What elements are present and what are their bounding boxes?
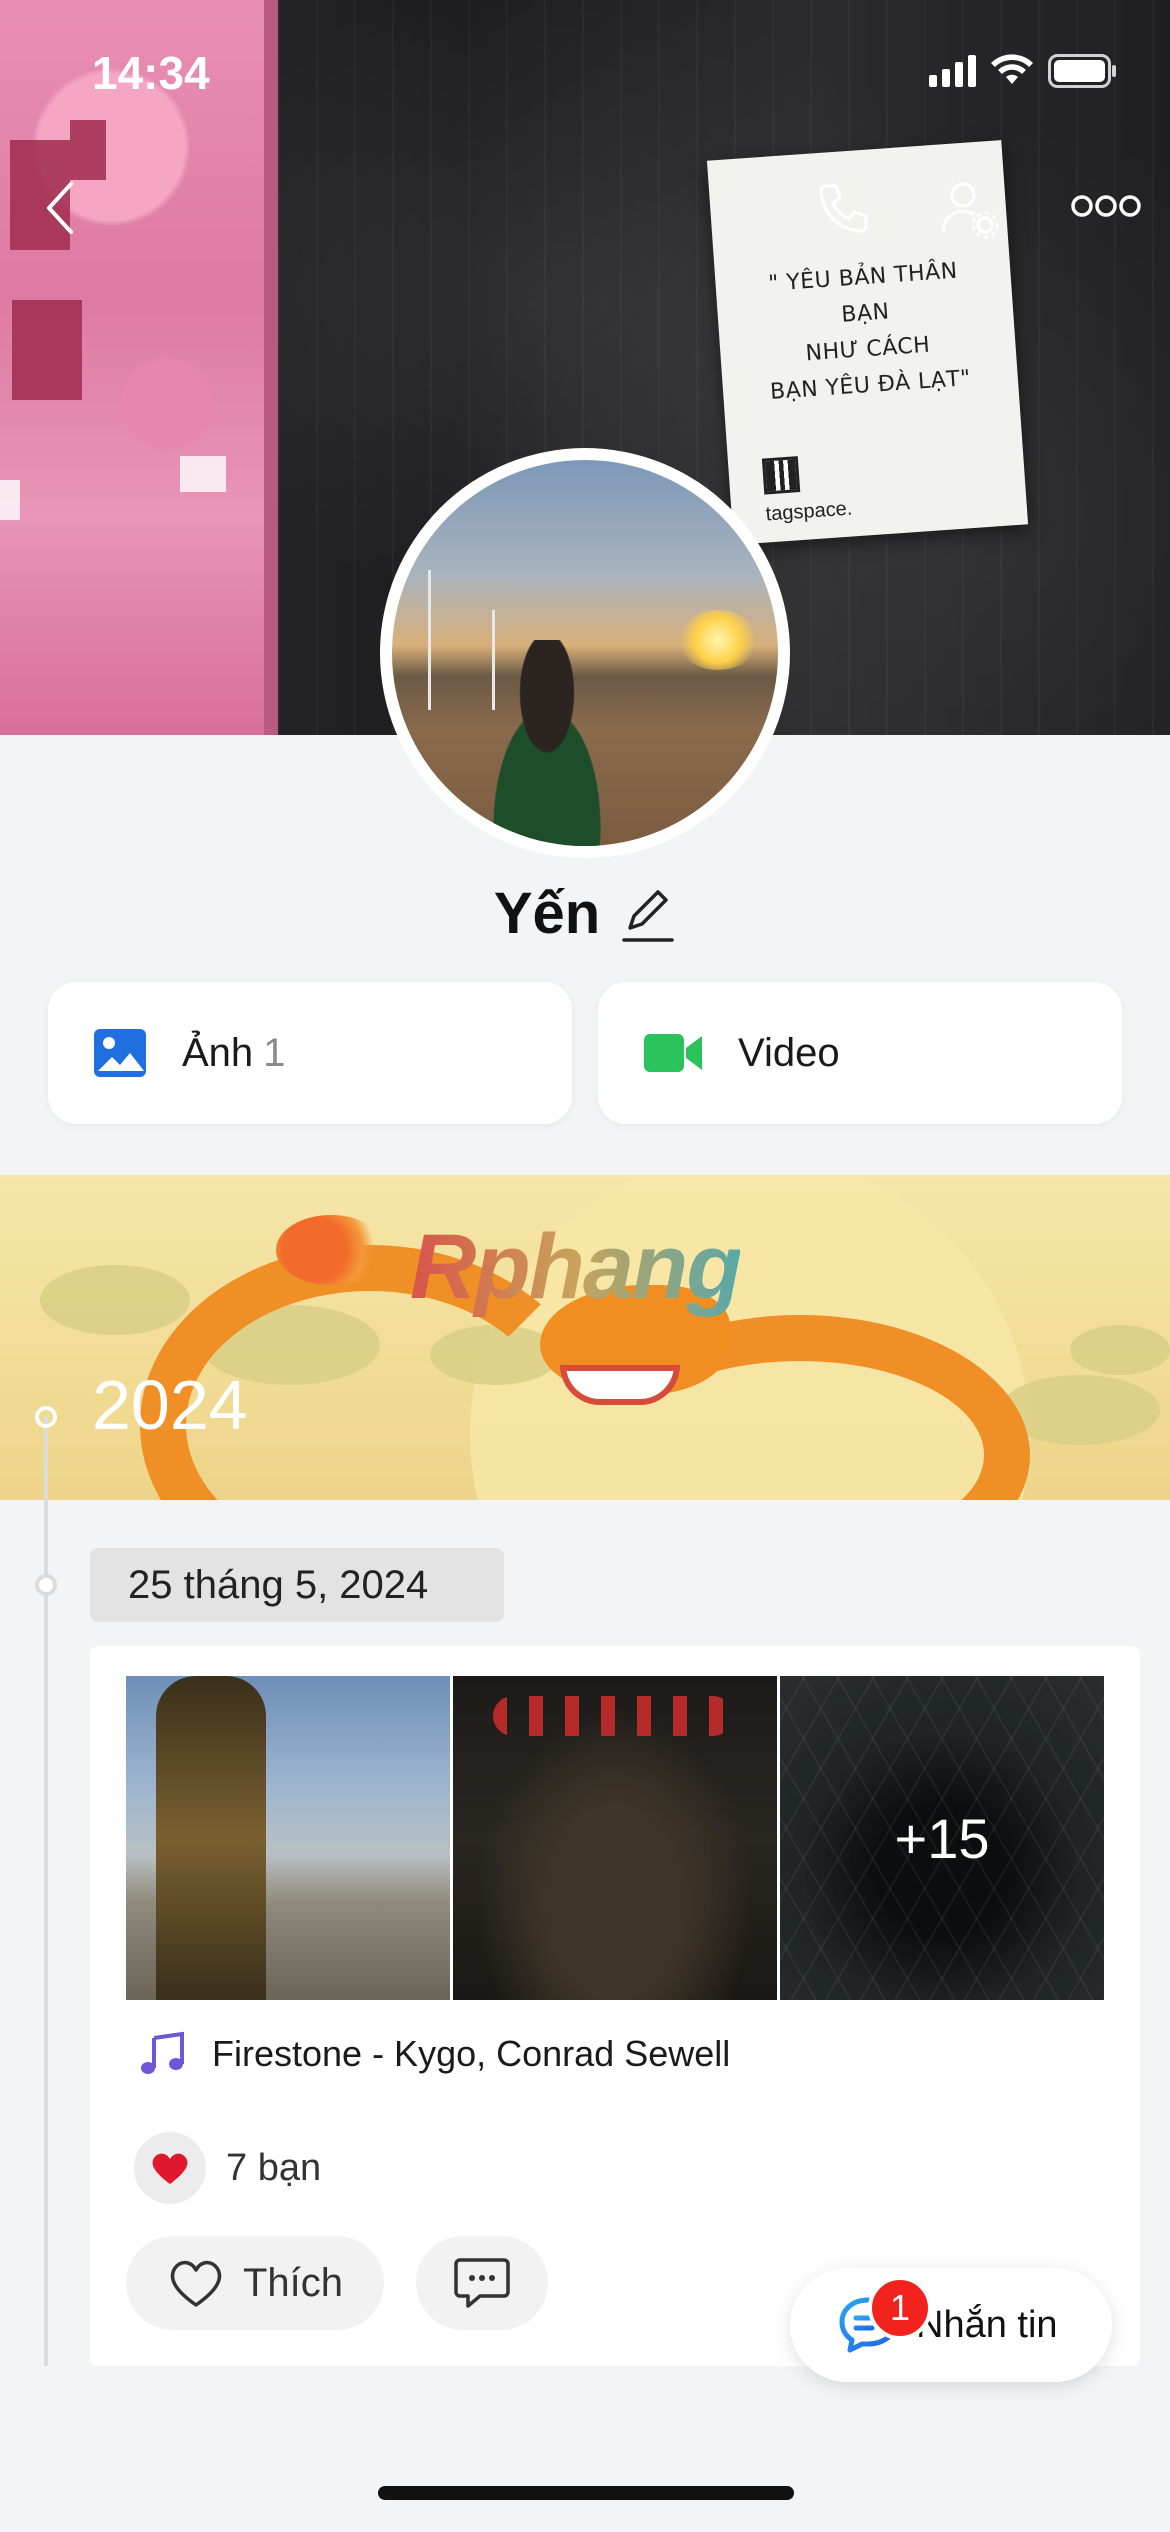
user-settings-icon [941,182,999,239]
unread-badge: 1 [868,2276,932,2340]
call-button[interactable] [802,170,882,250]
message-button[interactable]: Nhắn tin 1 [790,2268,1112,2382]
edit-name-icon[interactable] [620,884,676,944]
timeline-date-dot [35,1574,57,1596]
home-indicator[interactable] [378,2486,794,2500]
videos-card[interactable]: Video [598,982,1122,1124]
message-label: Nhắn tin [916,2303,1058,2346]
avatar[interactable] [380,448,790,858]
more-horizontal-icon [1071,195,1141,217]
reactions-row[interactable]: 7 bạn [134,2132,321,2204]
battery-icon [1048,54,1116,88]
qr-code-icon [761,456,801,495]
avatar-photo [392,460,778,846]
profile-settings-button[interactable] [930,170,1010,250]
banner-watermark: Rphang [410,1216,742,1318]
photos-label: Ảnh [182,1030,254,1075]
status-time: 14:34 [92,47,210,99]
more-options-button[interactable] [1060,176,1152,236]
phone-icon [819,184,868,233]
videos-label: Video [738,1030,840,1075]
song-title: Firestone - Kygo, Conrad Sewell [212,2033,731,2074]
cellular-signal-icon [929,55,976,87]
comment-button[interactable] [416,2236,548,2330]
like-button[interactable]: Thích [126,2236,384,2330]
reactions-count: 7 bạn [226,2146,322,2189]
poster-brand: tagspace. [764,497,854,526]
timeline-line [44,1416,48,2366]
wifi-icon [991,54,1033,84]
like-label: Thích [242,2260,344,2305]
year-heading: 2024 [92,1366,248,1444]
heart-outline-icon [170,2260,222,2307]
post-photo-3[interactable]: +15 [780,1676,1104,2000]
more-photos-count: +15 [780,1676,1104,2000]
comment-icon [454,2258,510,2308]
post-photo-2[interactable] [453,1676,777,2000]
photos-count: 1 [263,1030,286,1075]
video-camera-icon [644,1034,702,1072]
photos-card[interactable]: Ảnh 1 [48,982,572,1124]
status-icons [929,54,1118,88]
music-row[interactable]: Firestone - Kygo, Conrad Sewell [138,2030,730,2078]
cover-pink-wall [0,0,278,735]
back-button[interactable] [30,168,90,248]
profile-name-row: Yến [0,880,1170,947]
timeline-year-dot [35,1406,57,1428]
heart-reaction-icon [134,2132,206,2204]
chevron-left-icon [47,182,73,234]
photo-icon [94,1029,146,1077]
poster-text: " YÊU BẢN THÂN BẠN NHƯ CÁCH BẠN YÊU ĐÀ L… [767,258,972,405]
year-banner: Rphang 2024 [0,1175,1170,1500]
music-note-icon [141,2031,184,2074]
date-chip: 25 tháng 5, 2024 [90,1548,504,1622]
profile-name: Yến [493,881,601,946]
post-photo-1[interactable] [126,1676,450,2000]
